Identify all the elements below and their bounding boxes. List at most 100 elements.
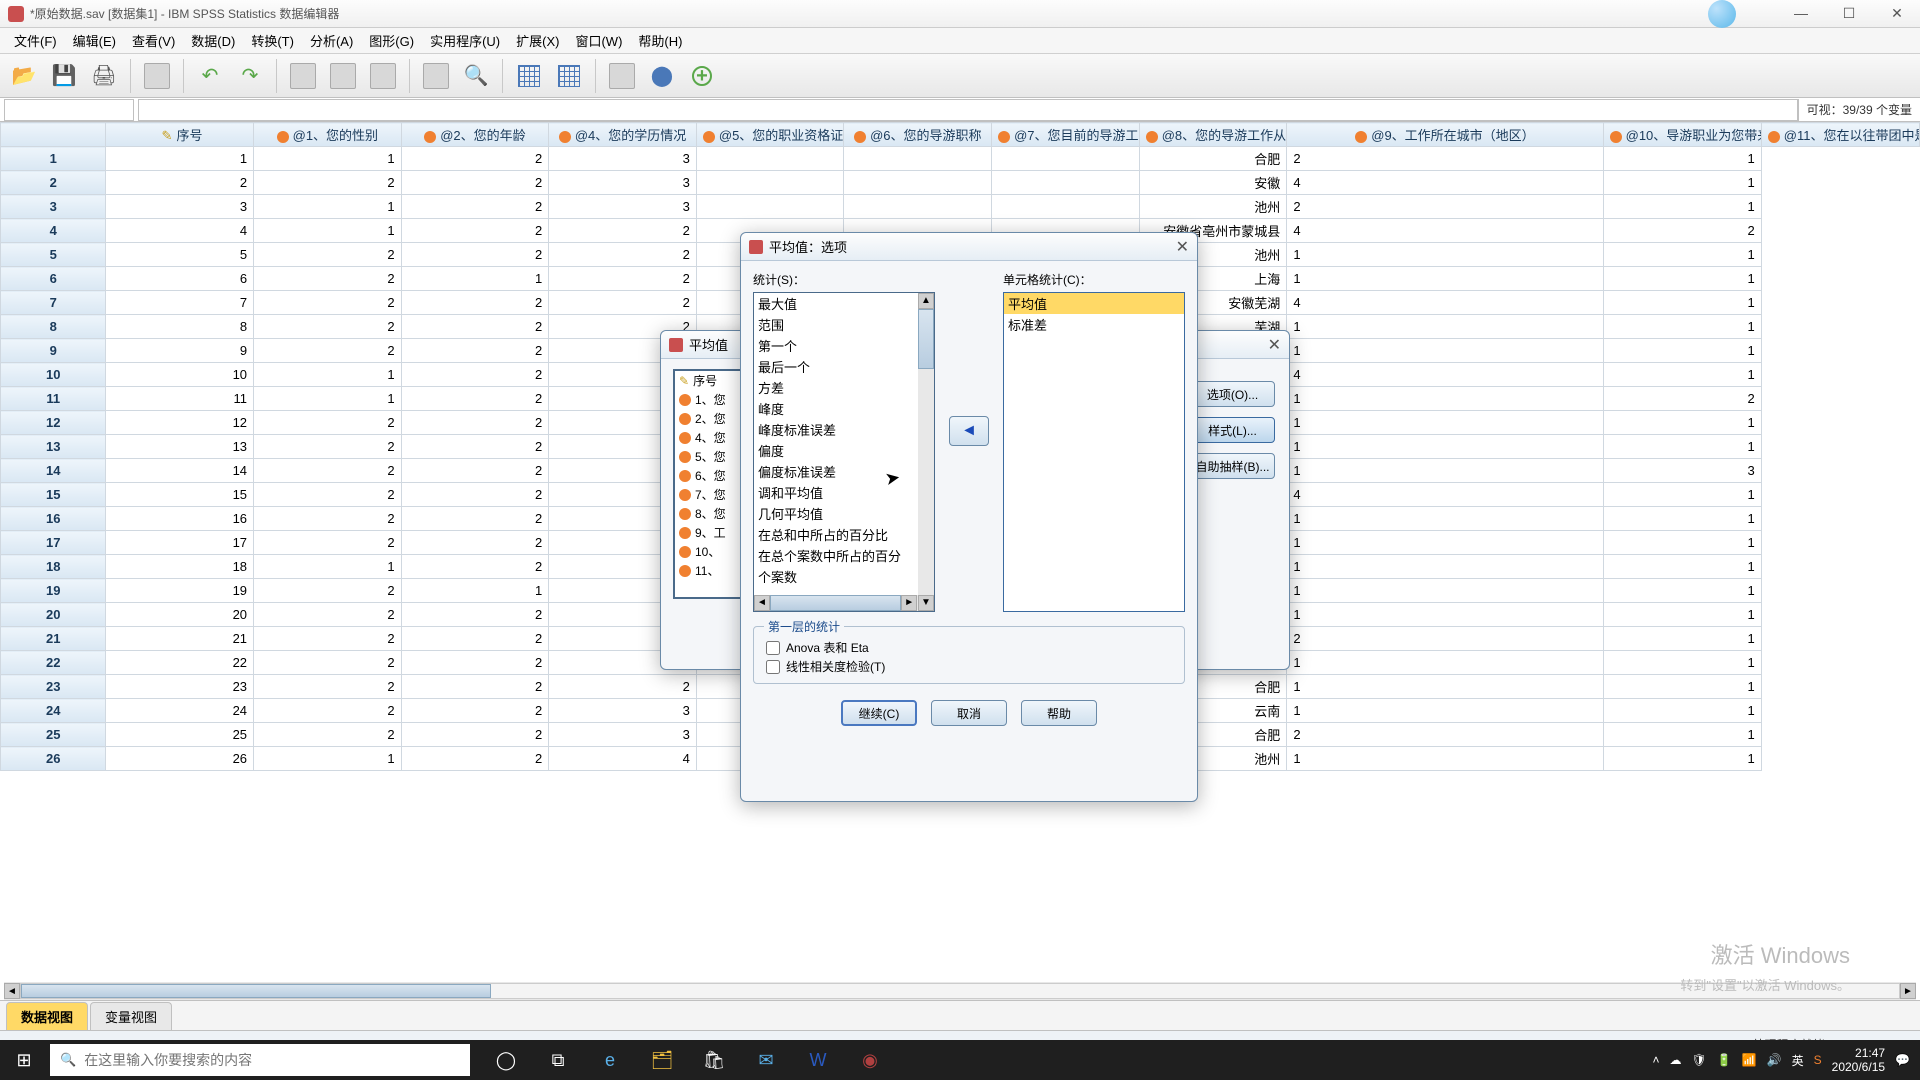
cell[interactable]: 1 — [1603, 747, 1761, 771]
row-number[interactable]: 11 — [1, 387, 106, 411]
column-header-1[interactable]: @1、您的性别 — [254, 123, 402, 147]
cell[interactable]: 1 — [1287, 411, 1603, 435]
start-button[interactable]: ⊞ — [0, 1040, 48, 1080]
cell-statistics-listbox[interactable]: 平均值标准差 — [1003, 292, 1185, 612]
column-header-4[interactable]: @5、您的职业资格证情况 — [696, 123, 844, 147]
row-number[interactable]: 20 — [1, 603, 106, 627]
linear-checkbox[interactable]: 线性相关度检验(T) — [766, 658, 1172, 675]
cell[interactable]: 2 — [254, 531, 402, 555]
stats-item[interactable]: 最后一个 — [754, 356, 934, 377]
cell[interactable]: 1 — [1603, 483, 1761, 507]
cell[interactable]: 2 — [401, 387, 549, 411]
cell[interactable]: 1 — [1603, 555, 1761, 579]
row-number[interactable]: 1 — [1, 147, 106, 171]
goto-var-button[interactable] — [325, 58, 361, 94]
row-number[interactable]: 5 — [1, 243, 106, 267]
cell[interactable]: 1 — [254, 387, 402, 411]
tray-security-icon[interactable]: 🛡 — [1692, 1053, 1707, 1067]
cell[interactable]: 1 — [1603, 195, 1761, 219]
cell[interactable]: 1 — [1603, 723, 1761, 747]
statistics-listbox[interactable]: 最大值范围第一个最后一个方差峰度峰度标准误差偏度偏度标准误差调和平均值几何平均值… — [753, 292, 935, 612]
cell[interactable]: 2 — [1287, 627, 1603, 651]
cell[interactable]: 1 — [1603, 507, 1761, 531]
cell[interactable]: 2 — [254, 699, 402, 723]
cell[interactable]: 2 — [401, 651, 549, 675]
menu-1[interactable]: 编辑(E) — [65, 28, 124, 53]
close-button[interactable]: ✕ — [1882, 5, 1912, 22]
row-number[interactable]: 22 — [1, 651, 106, 675]
row-number[interactable]: 16 — [1, 507, 106, 531]
cell[interactable]: 2 — [1287, 147, 1603, 171]
scroll-down-arrow[interactable]: ▼ — [918, 595, 934, 611]
cell[interactable]: 2 — [1287, 723, 1603, 747]
stats-item[interactable]: 在总和中所占的百分比 — [754, 524, 934, 545]
cell[interactable]: 18 — [106, 555, 254, 579]
row-number[interactable]: 17 — [1, 531, 106, 555]
cell[interactable]: 4 — [106, 219, 254, 243]
cell[interactable] — [844, 171, 992, 195]
taskbar-clock[interactable]: 21:47 2020/6/15 — [1832, 1046, 1885, 1074]
cell[interactable]: 4 — [549, 747, 697, 771]
cell[interactable]: 2 — [549, 219, 697, 243]
cell[interactable]: 14 — [106, 459, 254, 483]
stats-item[interactable]: 偏度标准误差 — [754, 461, 934, 482]
scroll-right-arrow[interactable]: ► — [1900, 983, 1916, 999]
cell[interactable]: 2 — [254, 651, 402, 675]
select-button[interactable]: + — [684, 58, 720, 94]
cell[interactable]: 1 — [401, 267, 549, 291]
notification-icon[interactable]: 💬 — [1895, 1053, 1910, 1067]
stats-hscrollbar[interactable]: ◄ ► — [754, 595, 918, 611]
scroll-thumb[interactable] — [21, 984, 491, 998]
cell[interactable]: 2 — [401, 555, 549, 579]
table-row[interactable]: 33123池州21 — [1, 195, 1920, 219]
cell[interactable]: 2 — [401, 363, 549, 387]
cell[interactable]: 1 — [1603, 699, 1761, 723]
stats-item[interactable]: 第一个 — [754, 335, 934, 356]
cell-stats-item[interactable]: 标准差 — [1004, 314, 1184, 335]
cancel-button[interactable]: 取消 — [931, 700, 1007, 726]
store-icon[interactable]: 🛍 — [690, 1040, 738, 1080]
cell[interactable]: 3 — [549, 171, 697, 195]
stats-item[interactable]: 几何平均值 — [754, 503, 934, 524]
cortana-icon[interactable]: ◯ — [482, 1040, 530, 1080]
variables-button[interactable] — [365, 58, 401, 94]
cell[interactable]: 3 — [549, 723, 697, 747]
scroll-left-arrow[interactable]: ◄ — [754, 595, 770, 611]
cell[interactable]: 2 — [1603, 219, 1761, 243]
stats-item[interactable]: 范围 — [754, 314, 934, 335]
scroll-up-arrow[interactable]: ▲ — [918, 293, 934, 309]
cell[interactable]: 1 — [1603, 267, 1761, 291]
row-number[interactable]: 3 — [1, 195, 106, 219]
spss-icon[interactable]: ◉ — [846, 1040, 894, 1080]
minimize-button[interactable]: — — [1786, 5, 1816, 22]
stats-scrollbar[interactable]: ▲ ▼ — [918, 293, 934, 611]
cell[interactable]: 2 — [401, 435, 549, 459]
cell[interactable]: 3 — [549, 147, 697, 171]
column-header-6[interactable]: @7、您目前的导游工作情况 — [992, 123, 1140, 147]
tray-ime-icon[interactable]: 英 — [1792, 1052, 1804, 1069]
stats-item[interactable]: 峰度标准误差 — [754, 419, 934, 440]
row-number[interactable]: 4 — [1, 219, 106, 243]
cell[interactable]: 2 — [1603, 387, 1761, 411]
cell[interactable]: 2 — [254, 339, 402, 363]
run-button[interactable] — [418, 58, 454, 94]
cell[interactable]: 1 — [1603, 363, 1761, 387]
table-row[interactable]: 11123合肥21 — [1, 147, 1920, 171]
row-number[interactable]: 24 — [1, 699, 106, 723]
cell[interactable] — [844, 147, 992, 171]
cell[interactable]: 3 — [1603, 459, 1761, 483]
cell[interactable]: 2 — [401, 195, 549, 219]
cell[interactable]: 1 — [106, 147, 254, 171]
cell[interactable]: 池州 — [1139, 195, 1287, 219]
cell[interactable]: 1 — [1287, 603, 1603, 627]
menu-9[interactable]: 窗口(W) — [567, 28, 630, 53]
print-button[interactable]: 🖨 — [86, 58, 122, 94]
cell[interactable]: 1 — [1287, 507, 1603, 531]
cell[interactable]: 1 — [1603, 147, 1761, 171]
cell[interactable]: 2 — [254, 243, 402, 267]
column-header-0[interactable]: ✎ 序号 — [106, 123, 254, 147]
column-header-7[interactable]: @8、您的导游工作从业年限 — [1139, 123, 1287, 147]
cell[interactable] — [992, 147, 1140, 171]
row-number[interactable]: 15 — [1, 483, 106, 507]
cell[interactable]: 2 — [254, 459, 402, 483]
